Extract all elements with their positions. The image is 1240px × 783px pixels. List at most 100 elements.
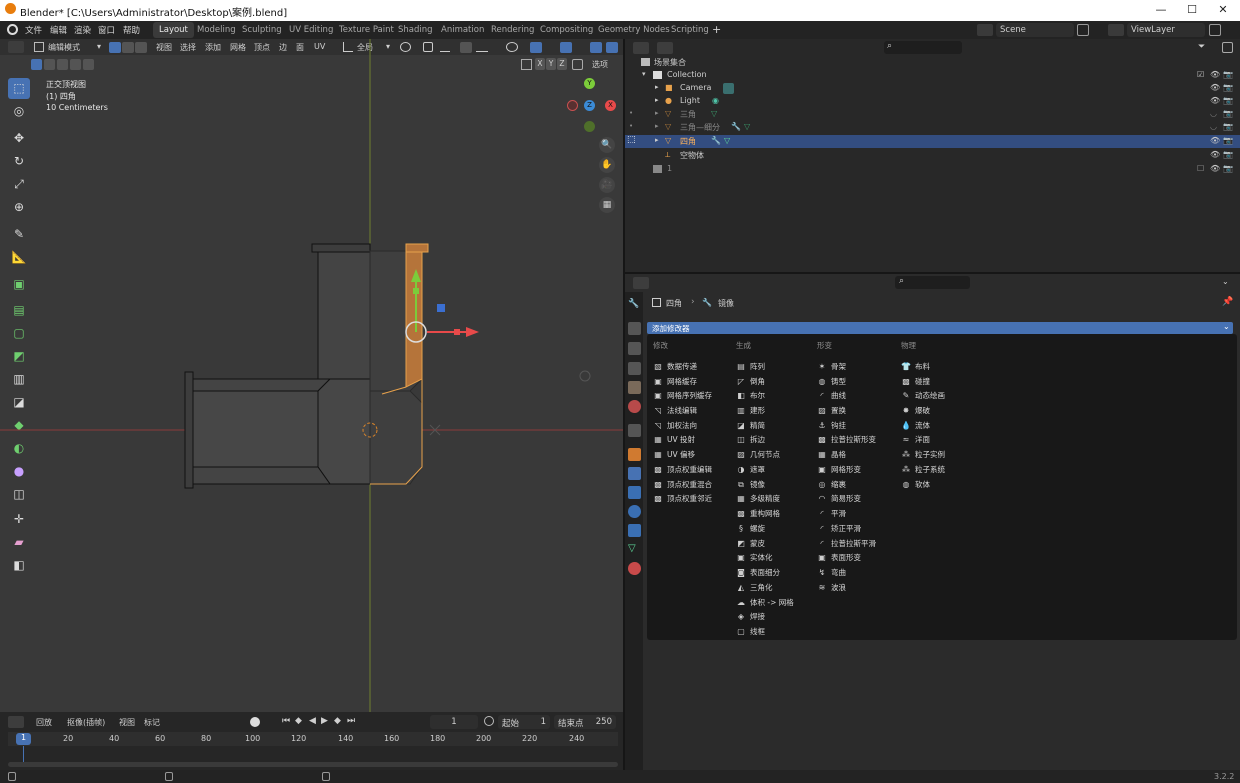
modifier-tab-icon[interactable]: [628, 467, 641, 480]
modifier-item[interactable]: ▣ 网格序列缓存: [653, 390, 712, 401]
render-camera-icon[interactable]: 📷: [1223, 70, 1233, 79]
eye-icon[interactable]: 👁: [1210, 136, 1220, 145]
eye-icon[interactable]: 👁: [1210, 96, 1220, 105]
marker-menu[interactable]: 标记: [144, 717, 160, 728]
collection-tab-icon[interactable]: [628, 424, 641, 437]
tab-modeling[interactable]: Modeling: [191, 22, 242, 38]
view-layer-field[interactable]: ViewLayer: [1127, 23, 1205, 37]
pin-icon[interactable]: 📌: [1222, 297, 1233, 307]
collapse-icon[interactable]: ▾: [642, 70, 646, 78]
end-frame-field[interactable]: 结束点 250: [554, 715, 616, 729]
tab-geometry-nodes[interactable]: Geometry Nodes: [592, 22, 676, 38]
modifier-item[interactable]: ◜ 拉普拉斯平滑: [817, 538, 876, 549]
outliner-row-collection-1[interactable]: 1 ☐ 👁 📷: [625, 163, 1240, 176]
modifier-item[interactable]: ≈ 洋面: [901, 434, 930, 445]
expand-icon[interactable]: ▸: [655, 83, 659, 91]
blender-menu-icon[interactable]: [7, 24, 18, 35]
outliner-search-input[interactable]: [884, 41, 962, 54]
physics-tab-icon[interactable]: [628, 505, 641, 518]
modifier-item[interactable]: ◩ 蒙皮: [736, 538, 765, 549]
scene-icon[interactable]: [977, 24, 993, 36]
view-layer-tab-icon[interactable]: [628, 362, 641, 375]
modifier-item[interactable]: ◭ 三角化: [736, 582, 773, 593]
modifier-item[interactable]: ⧉ 镜像: [736, 479, 765, 490]
zoom-icon[interactable]: 🔍: [599, 137, 615, 153]
modifier-item[interactable]: ⁂ 粒子系统: [901, 464, 945, 475]
modifier-item[interactable]: ◸ 倒角: [736, 376, 765, 387]
modifier-item[interactable]: ↯ 弯曲: [817, 567, 846, 578]
area-divider[interactable]: [625, 272, 1240, 274]
render-camera-icon[interactable]: 📷: [1223, 136, 1233, 145]
playback-menu[interactable]: 回放: [36, 717, 52, 728]
modifier-item[interactable]: ▣ 网格形变: [817, 464, 861, 475]
exclude-checkbox[interactable]: ☑: [1197, 70, 1204, 79]
modifier-item[interactable]: ▩ 顶点权重混合: [653, 479, 712, 490]
new-scene-icon[interactable]: [1077, 24, 1089, 36]
tab-scripting[interactable]: Scripting: [665, 22, 715, 38]
world-tab-icon[interactable]: [628, 400, 641, 413]
modifier-item[interactable]: ⁂ 粒子实例: [901, 449, 945, 460]
modifier-item[interactable]: ◹ 加权法向: [653, 420, 697, 431]
modifier-item[interactable]: ▦ 晶格: [817, 449, 846, 460]
area-divider[interactable]: [623, 39, 625, 770]
tab-sculpting[interactable]: Sculpting: [236, 22, 288, 38]
outliner-row-collection[interactable]: ▾ Collection ☑ 👁 📷: [625, 69, 1240, 82]
eye-icon[interactable]: 👁: [1210, 150, 1220, 159]
mesh-data-icon[interactable]: ▽: [711, 109, 717, 118]
modifier-item[interactable]: ◠ 简易形变: [817, 493, 862, 504]
menu-render[interactable]: 渲染: [74, 24, 91, 36]
modifier-item[interactable]: ▤ 阵列: [736, 361, 765, 372]
properties-search-input[interactable]: [895, 276, 970, 289]
3d-viewport[interactable]: 编辑模式 ▾ 视图 选择 添加 网格 顶点 边 面 UV 全局 ▾ X Y Z …: [0, 39, 623, 712]
modifier-item[interactable]: ▧ 数据传递: [653, 361, 697, 372]
render-camera-icon[interactable]: 📷: [1223, 83, 1233, 92]
timeline-editor-icon[interactable]: [8, 716, 24, 728]
expand-icon[interactable]: ▸: [655, 122, 659, 130]
modifier-item[interactable]: ▩ 顶点权重编辑: [653, 464, 712, 475]
menu-edit[interactable]: 编辑: [50, 24, 67, 36]
hidden-eye-icon[interactable]: ◡: [1210, 109, 1217, 118]
new-view-layer-icon[interactable]: [1209, 24, 1221, 36]
render-camera-icon[interactable]: 📷: [1223, 150, 1233, 159]
modifier-item[interactable]: ✎ 动态绘画: [901, 390, 945, 401]
tab-compositing[interactable]: Compositing: [534, 22, 599, 38]
modifier-item[interactable]: ⚓ 钩挂: [817, 420, 846, 431]
modifier-item[interactable]: ◈ 焊接: [736, 611, 765, 622]
exclude-checkbox[interactable]: ☐: [1197, 164, 1204, 173]
modifier-item[interactable]: ◜ 平滑: [817, 508, 846, 519]
neg-x-axis-dot[interactable]: [567, 100, 578, 111]
expand-icon[interactable]: ▸: [655, 136, 659, 144]
modifier-item[interactable]: ▩ 顶点权重邻近: [653, 493, 712, 504]
modifier-item[interactable]: ✸ 爆破: [901, 405, 930, 416]
outliner-row-triangle[interactable]: • ▸ ▽ 三角 ▽ ◡ 📷: [625, 108, 1240, 121]
modifier-item[interactable]: ◪ 精简: [736, 420, 765, 431]
output-tab-icon[interactable]: [628, 342, 641, 355]
modifier-item[interactable]: ▢ 线框: [736, 626, 765, 637]
add-modifier-header[interactable]: 添加修改器 ⌄: [647, 322, 1233, 334]
camera-view-icon[interactable]: 🎥: [599, 177, 615, 193]
modifier-item[interactable]: ▦ UV 偏移: [653, 449, 695, 460]
eye-icon[interactable]: 👁: [1210, 70, 1220, 79]
x-axis-dot[interactable]: X: [605, 100, 616, 111]
modifier-item[interactable]: ▩ 碰撞: [901, 376, 930, 387]
jump-end-icon[interactable]: ⏭: [347, 716, 355, 726]
render-camera-icon[interactable]: 📷: [1223, 109, 1233, 118]
modifier-item[interactable]: ▨ 几何节点: [736, 449, 780, 460]
jump-start-icon[interactable]: ⏮: [282, 716, 290, 726]
pan-hand-icon[interactable]: ✋: [599, 157, 615, 173]
modifier-item[interactable]: ◫ 拆边: [736, 434, 765, 445]
scene-field[interactable]: Scene: [996, 23, 1074, 37]
modifier-item[interactable]: ◑ 遮罩: [736, 464, 766, 475]
tab-shading[interactable]: Shading: [392, 22, 439, 38]
modifier-item[interactable]: ◹ 法线编辑: [653, 405, 697, 416]
constraints-tab-icon[interactable]: [628, 524, 641, 537]
modifier-item[interactable]: ◧ 布尔: [736, 390, 765, 401]
prev-keyframe-icon[interactable]: ◆: [295, 716, 302, 726]
outliner-row-empty[interactable]: ⟂ 空物体 👁 📷: [625, 149, 1240, 162]
render-camera-icon[interactable]: 📷: [1223, 122, 1233, 131]
modifier-item[interactable]: ◜ 曲线: [817, 390, 846, 401]
mesh-data-icon[interactable]: ▽: [724, 136, 730, 145]
modifier-item[interactable]: § 螺旋: [736, 523, 765, 534]
y-axis-dot[interactable]: Y: [584, 78, 595, 89]
object-tab-icon[interactable]: [628, 448, 641, 461]
